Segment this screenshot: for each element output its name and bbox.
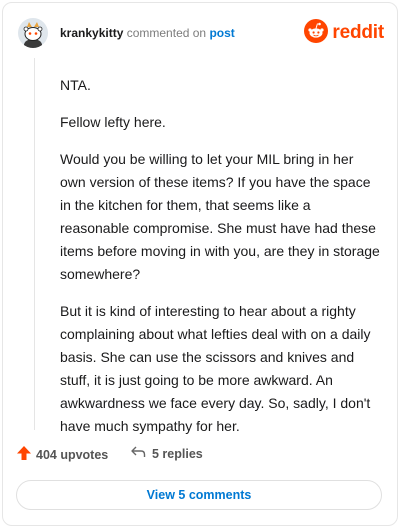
username-link[interactable]: krankykitty [60, 26, 123, 40]
reddit-alien-icon [304, 18, 329, 48]
comment-paragraph: NTA. [60, 77, 91, 93]
comment-byline: krankykitty commented on post [60, 26, 235, 40]
reply-arrow-icon [130, 445, 146, 462]
comment-paragraph: Fellow lefty here. [60, 114, 166, 130]
snoo-avatar-icon[interactable] [18, 18, 48, 48]
replies-button[interactable]: 5 replies [130, 445, 203, 462]
action-text: commented on [126, 26, 207, 40]
comment-body: NTA. Fellow lefty here. Would you be wil… [60, 74, 382, 452]
comment-footer: 404 upvotes 5 replies [16, 442, 376, 466]
upvote-count: 404 upvotes [36, 447, 109, 462]
reddit-logo[interactable]: reddit [304, 18, 384, 48]
replies-count: 5 replies [152, 446, 203, 461]
upvote-button[interactable]: 404 upvotes [16, 445, 108, 464]
thread-line [34, 58, 35, 430]
upvote-arrow-icon [16, 445, 32, 464]
comment-paragraph: Would you be willing to let your MIL bri… [60, 151, 380, 282]
post-link[interactable]: post [209, 26, 234, 40]
comment-header: krankykitty commented on post reddit [16, 14, 384, 54]
comment-paragraph: But it is kind of interesting to hear ab… [60, 303, 371, 434]
brand-wordmark: reddit [332, 22, 384, 43]
view-comments-button[interactable]: View 5 comments [16, 480, 382, 510]
